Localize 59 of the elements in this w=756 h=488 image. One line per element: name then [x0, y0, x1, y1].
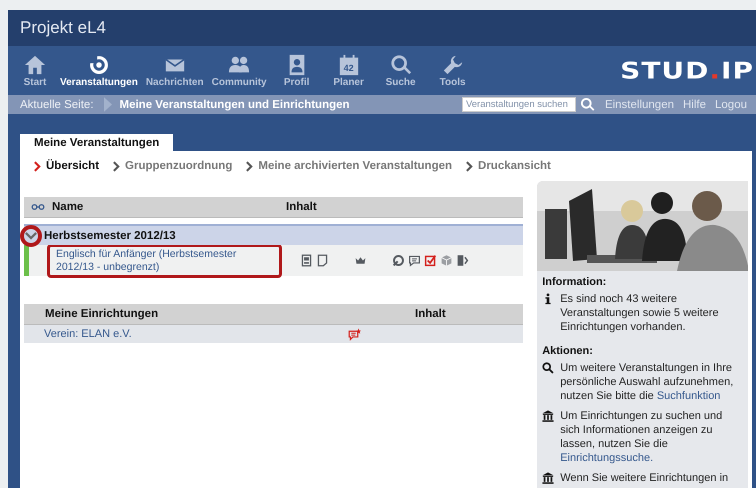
column-header: Meine Einrichtungen: [44, 308, 160, 320]
page-icon[interactable]: [316, 254, 329, 267]
subnav-link[interactable]: Meine archivierten Veranstaltungen: [246, 159, 452, 173]
subnav-link[interactable]: Gruppenzuordnung: [113, 159, 232, 173]
search-icon: [390, 54, 412, 76]
nav-item[interactable]: Nachrichten: [142, 52, 208, 90]
building-icon: [542, 410, 554, 422]
header-link[interactable]: Hilfe: [683, 98, 706, 110]
subnav-link[interactable]: Druckansicht: [466, 159, 551, 173]
door-icon[interactable]: [456, 254, 469, 267]
chain-icon[interactable]: [31, 203, 45, 211]
nav-item[interactable]: Profil: [270, 52, 323, 90]
header-link[interactable]: Logou: [715, 98, 747, 110]
nav-item[interactable]: Start: [14, 52, 56, 90]
search-icon: [542, 362, 554, 374]
ring-icon: [88, 54, 110, 76]
wiki-icon[interactable]: [392, 254, 405, 267]
column-header: Inhalt: [415, 308, 446, 320]
cube-icon[interactable]: [440, 254, 453, 267]
sidebar-text: Um Einrichtungen zu suchen und sich Informationen anzeigen zu lassen, nutzen Sie die Einrichtungssuche.: [560, 409, 724, 465]
search-field[interactable]: Veranstaltungen suchen: [462, 97, 576, 112]
breadcrumb-separator-icon: [104, 95, 112, 114]
building-icon: [542, 472, 554, 484]
section-title: Aktionen:: [542, 345, 594, 357]
subnav-link[interactable]: Übersicht: [34, 159, 100, 173]
column-header: Name: [52, 201, 84, 213]
sidebar-link[interactable]: Einrichtungssuche.: [560, 452, 654, 464]
sidebar-text: Es sind noch 43 weitere Veranstaltungen sowie 5 weitere Einrichtungen vorhanden.: [560, 292, 720, 334]
search-icon[interactable]: [580, 97, 595, 112]
chevron-icon: [34, 160, 41, 172]
chevron-icon: [466, 160, 474, 172]
nav-item[interactable]: Veranstaltungen: [56, 52, 142, 90]
chat-icon[interactable]: [408, 254, 421, 267]
nav-item[interactable]: 42 Planer: [322, 52, 375, 90]
nav-item[interactable]: Community: [208, 52, 271, 90]
chat-icon[interactable]: [348, 328, 361, 340]
column-header: Inhalt: [286, 201, 317, 213]
breadcrumb-label: Aktuelle Seite:: [20, 98, 94, 110]
sidebar-link[interactable]: Suchfunktion: [656, 390, 720, 402]
page-tab[interactable]: Meine Veranstaltungen: [20, 134, 174, 151]
semester-title: Herbstsemester 2012/13: [44, 230, 176, 242]
calendar-icon: [338, 54, 360, 76]
nav-item[interactable]: Suche: [374, 52, 427, 90]
logo: STUD.IP: [620, 56, 754, 84]
nav-item[interactable]: Tools: [426, 52, 479, 90]
chevron-icon: [113, 160, 120, 172]
doc-icon[interactable]: [300, 254, 313, 267]
home-icon: [24, 54, 46, 76]
chevron-icon[interactable]: [25, 231, 37, 240]
chevron-icon: [246, 160, 254, 172]
window-title: Projekt eL4: [20, 18, 106, 38]
calendar-day: 42: [344, 62, 354, 72]
check-icon[interactable]: [424, 254, 437, 267]
wrench-icon: [442, 54, 464, 76]
sidebar-text: Um weitere Veranstaltungen in Ihre persönliche Auswahl aufzunehmen, nutzen Sie bitte die Suchfunktion: [560, 361, 734, 403]
header-link[interactable]: Einstellungen: [604, 98, 674, 110]
breadcrumb-current: Meine Veranstaltungen und Einrichtungen: [120, 98, 350, 110]
section-title: Information:: [542, 276, 608, 288]
sidebar-text: Wenn Sie weitere Einrichtungen in: [560, 471, 728, 485]
